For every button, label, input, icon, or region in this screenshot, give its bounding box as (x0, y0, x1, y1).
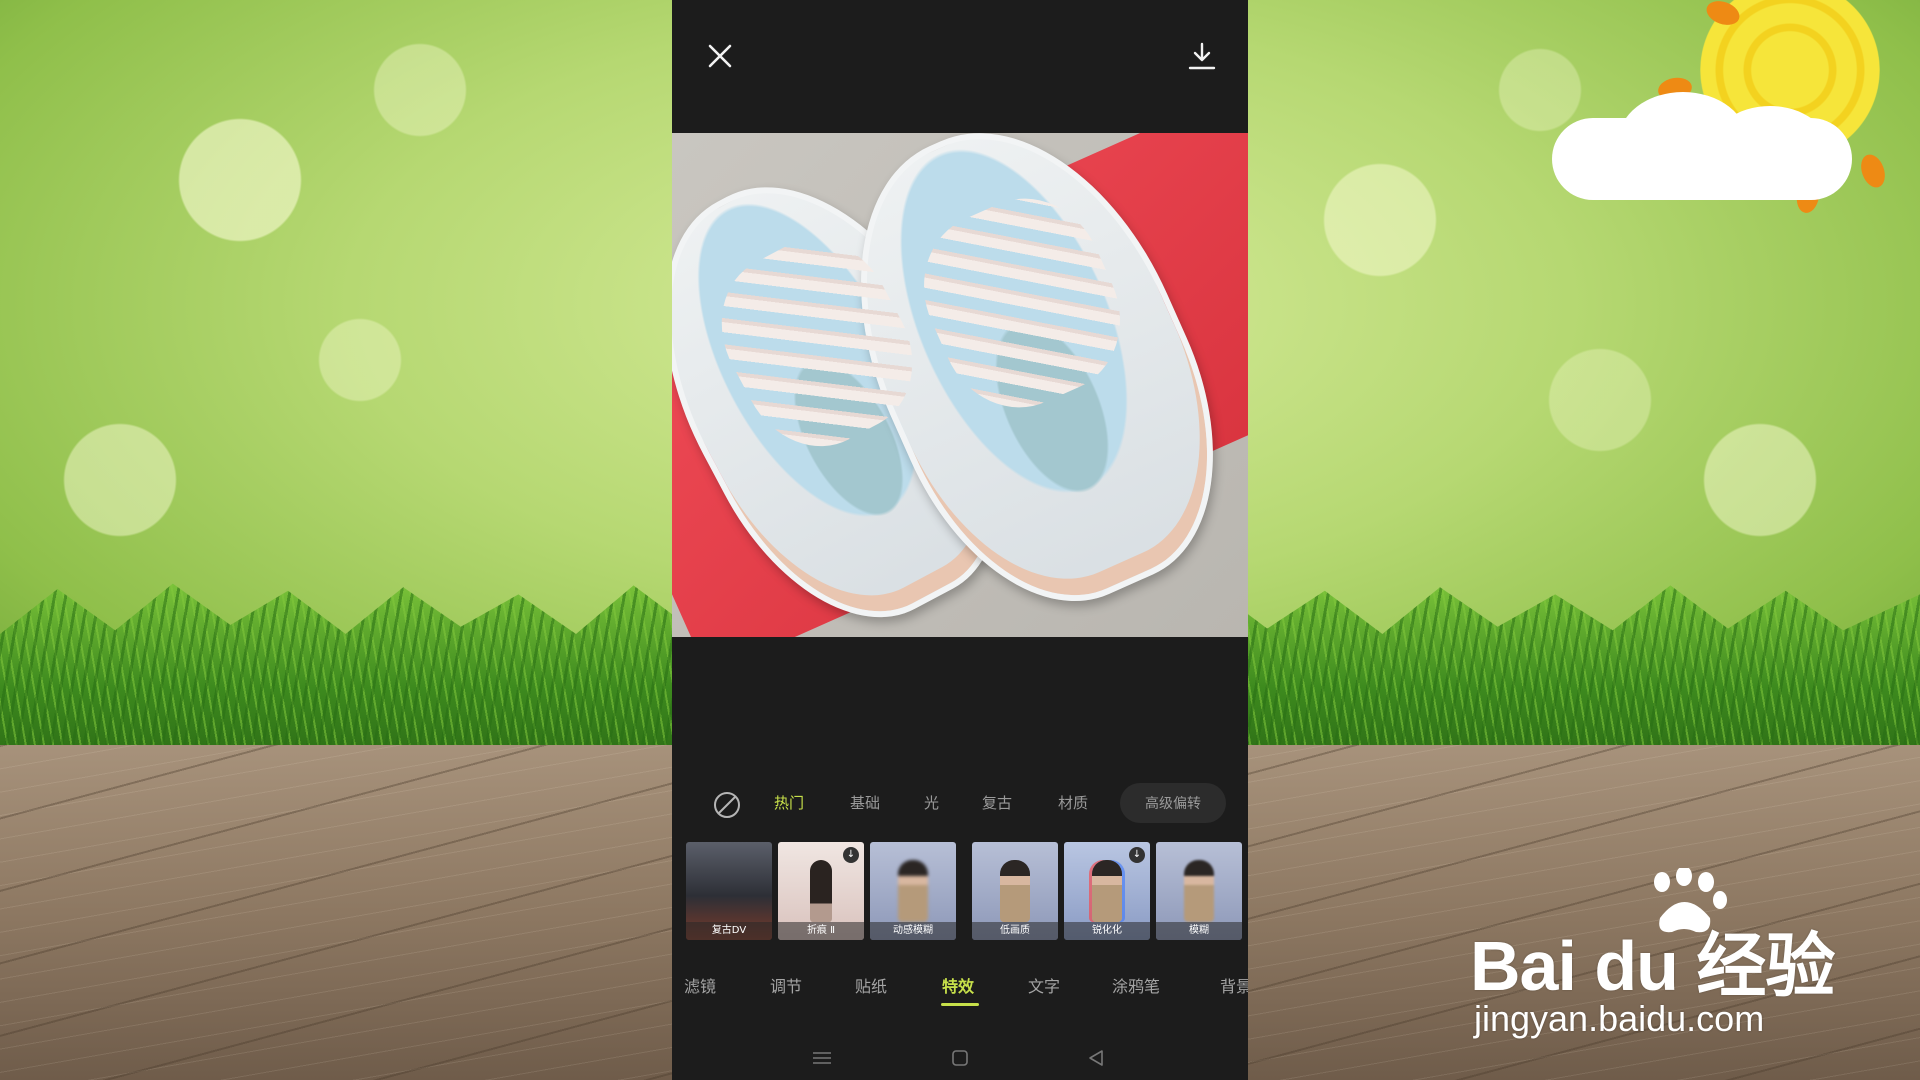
download-badge-icon: ↓ (1129, 847, 1145, 863)
effect-thumb[interactable]: 动感模糊 (870, 842, 956, 940)
close-button[interactable] (698, 34, 742, 78)
home-square-icon (952, 1050, 968, 1066)
effect-thumb[interactable]: 低画质 (972, 842, 1058, 940)
photo-canvas[interactable] (672, 133, 1248, 637)
person-figure (1184, 860, 1214, 922)
system-nav-bar (672, 1037, 1248, 1080)
category-basic[interactable]: 基础 (850, 792, 880, 813)
effect-thumb[interactable]: ↓ 折痕 Ⅱ (778, 842, 864, 940)
watermark-url: jingyan.baidu.com (1474, 998, 1765, 1039)
download-icon (1188, 42, 1216, 70)
back-button[interactable] (1082, 1047, 1110, 1069)
tab-doodle[interactable]: 涂鸦笔 (1112, 973, 1160, 997)
download-badge-icon: ↓ (843, 847, 859, 863)
effect-label: 动感模糊 (870, 922, 956, 940)
category-light[interactable]: 光 (924, 792, 939, 813)
active-tab-indicator (941, 1003, 979, 1006)
home-button[interactable] (946, 1047, 974, 1069)
menu-button[interactable] (808, 1047, 836, 1069)
effect-thumbnails: 复古DV ↓ 折痕 Ⅱ 动感模糊 低画质 ↓ 锐化化 模糊 (686, 842, 1248, 942)
person-figure (1000, 860, 1030, 922)
flower-figure (810, 860, 832, 922)
category-hot[interactable]: 热门 (774, 792, 804, 813)
download-button[interactable] (1180, 34, 1224, 78)
effect-label: 锐化化 (1064, 922, 1150, 940)
effect-category-row: 热门 基础 光 复古 材质 高级偏转 (672, 782, 1248, 826)
back-triangle-icon (1089, 1050, 1103, 1066)
effect-thumb[interactable]: 复古DV (686, 842, 772, 940)
menu-icon (813, 1052, 831, 1064)
editor-tab-bar: 滤镜 调节 贴纸 特效 文字 涂鸦笔 背景 (672, 965, 1248, 1015)
close-icon (708, 44, 732, 68)
effect-thumb[interactable]: 模糊 (1156, 842, 1242, 940)
tab-text[interactable]: 文字 (1028, 973, 1060, 997)
no-effect-icon[interactable] (712, 790, 742, 820)
top-bar (672, 0, 1248, 132)
effects-panel: 热门 基础 光 复古 材质 高级偏转 复古DV ↓ 折痕 Ⅱ 动感模糊 低画质 (672, 637, 1248, 1080)
effect-label: 低画质 (972, 922, 1058, 940)
tab-background[interactable]: 背景 (1220, 973, 1248, 997)
category-retro[interactable]: 复古 (982, 792, 1012, 813)
person-figure (898, 860, 928, 922)
effect-thumb[interactable]: ↓ 锐化化 (1064, 842, 1150, 940)
person-figure (1092, 860, 1122, 922)
baidu-watermark: Bai du 经验 jingyan.baidu.com (1470, 868, 1890, 1040)
effect-label: 复古DV (686, 922, 772, 940)
cloud-puff (1710, 106, 1830, 196)
tab-adjust[interactable]: 调节 (770, 973, 802, 997)
tab-filter[interactable]: 滤镜 (684, 973, 716, 997)
tab-sticker[interactable]: 贴纸 (855, 973, 887, 997)
effect-label: 模糊 (1156, 922, 1242, 940)
tab-effects[interactable]: 特效 (942, 973, 974, 997)
category-texture[interactable]: 材质 (1058, 792, 1088, 813)
effect-label: 折痕 Ⅱ (778, 922, 864, 940)
phone-screen: 热门 基础 光 复古 材质 高级偏转 复古DV ↓ 折痕 Ⅱ 动感模糊 低画质 (672, 0, 1248, 1080)
watermark-brand: Bai du 经验 (1470, 927, 1835, 1005)
category-advanced[interactable]: 高级偏转 (1120, 783, 1226, 823)
